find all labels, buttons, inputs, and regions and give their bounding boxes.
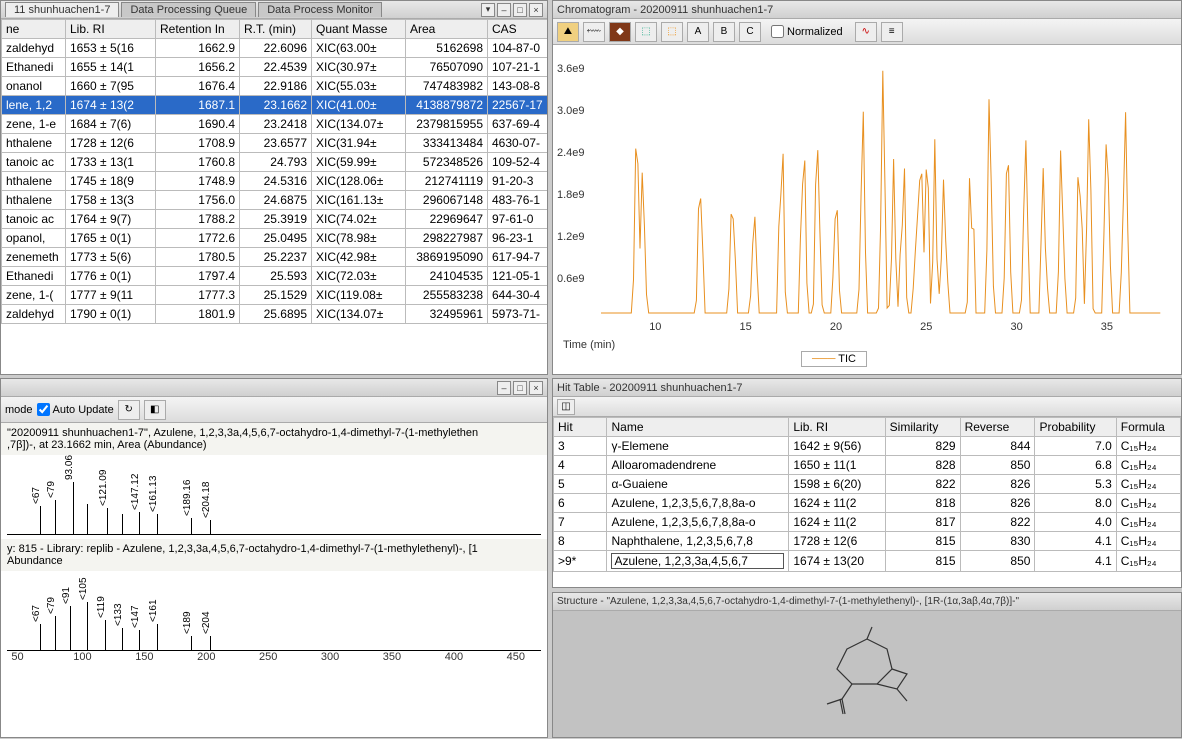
minimize-icon[interactable]: – [497,381,511,395]
label-b-button[interactable]: B [713,22,735,42]
spectrum2-chart[interactable]: <67<79<91<105<119<133<147<161<189<204 [7,571,541,651]
table-row[interactable]: Ethanedi1655 ± 14(11656.222.4539XIC(30.9… [2,58,548,77]
col-header[interactable]: ne [2,20,66,39]
structure-title: Structure - "Azulene, 1,2,3,3a,4,5,6,7-o… [553,593,1181,611]
structure-pane: Structure - "Azulene, 1,2,3,3a,4,5,6,7-o… [552,592,1182,738]
tic-icon[interactable]: ⬚ [661,22,683,42]
col-header[interactable]: Hit [554,418,607,437]
wave-icon[interactable]: ∿ [855,22,877,42]
col-header[interactable]: Area [406,20,488,39]
hit-tool-icon[interactable]: ◫ [557,399,575,415]
table-row[interactable]: zene, 1-e1684 ± 7(6)1690.423.2418XIC(134… [2,115,548,134]
table-row[interactable]: hthalene1745 ± 18(91748.924.5316XIC(128.… [2,172,548,191]
table-row[interactable]: 7Azulene, 1,2,3,5,6,7,8,8a-o1624 ± 11(28… [554,513,1181,532]
compound-table-pane: 11 shunhuachen1-7 Data Processing Queue … [0,0,548,375]
spectrum-pane: – □ × mode Auto Update ↻ ◧ "20200911 shu… [0,378,548,738]
table-row[interactable]: zene, 1-(1777 ± 9(111777.325.1529XIC(119… [2,286,548,305]
chromatogram-title: Chromatogram - 20200911 shunhuachen1-7 [553,1,1181,19]
hit-toolbar: ◫ [553,397,1181,417]
table-row[interactable]: opanol,1765 ± 0(1)1772.625.0495XIC(78.98… [2,229,548,248]
table-row[interactable]: hthalene1758 ± 13(31756.024.6875XIC(161.… [2,191,548,210]
dropdown-icon[interactable]: ▾ [481,3,495,17]
label-a-button[interactable]: A [687,22,709,42]
col-header[interactable]: Quant Masse [312,20,406,39]
spectrum1-chart[interactable]: <67<7993.06<121.09<147.12<161.13<189.16<… [7,455,541,535]
maximize-icon[interactable]: □ [513,3,527,17]
table-row[interactable]: 8Naphthalene, 1,2,3,5,6,7,81728 ± 12(681… [554,532,1181,551]
peak-icon[interactable]: ⛰ [557,22,579,42]
mode-label: mode [5,404,33,416]
hit-table[interactable]: HitNameLib. RISimilarityReverseProbabili… [553,417,1181,572]
table-row[interactable]: zenemeth1773 ± 5(6)1780.525.2237XIC(42.9… [2,248,548,267]
spectrum-toolbar: mode Auto Update ↻ ◧ [1,397,547,423]
tab-sample[interactable]: 11 shunhuachen1-7 [5,2,119,17]
chromatogram-chart[interactable]: 3.6e93.0e92.4e91.8e91.2e90.6e9 101520253… [601,53,1169,363]
hit-title: Hit Table - 20200911 shunhuachen1-7 [553,379,1181,397]
spectrum-titlebar: – □ × [1,379,547,397]
col-header[interactable]: Lib. RI [789,418,885,437]
maximize-icon[interactable]: □ [513,381,527,395]
table-row[interactable]: Ethanedi1776 ± 0(1)1797.425.593XIC(72.03… [2,267,548,286]
table-row[interactable]: zaldehyd1653 ± 5(161662.922.6096XIC(63.0… [2,39,548,58]
col-header[interactable]: Lib. RI [66,20,156,39]
marker-icon[interactable]: ◆ [609,22,631,42]
col-header[interactable]: Probability [1035,418,1116,437]
col-header[interactable]: Retention In [156,20,240,39]
table-row[interactable]: >9* ▼1674 ± 13(208158504.1C₁₅H₂₄ [554,551,1181,572]
tab-process-monitor[interactable]: Data Process Monitor [258,2,382,17]
refresh-icon[interactable]: ↻ [118,400,140,420]
table-row[interactable]: tanoic ac1733 ± 13(11760.824.793XIC(59.9… [2,153,548,172]
col-header[interactable]: Similarity [885,418,960,437]
normalized-input[interactable] [771,25,784,38]
minimize-icon[interactable]: – [497,3,511,17]
label-c-button[interactable]: C [739,22,761,42]
normalized-checkbox[interactable]: Normalized [771,25,843,38]
toggle-icon[interactable]: ◧ [144,400,166,420]
close-icon[interactable]: × [529,381,543,395]
table-row[interactable]: zaldehyd1790 ± 0(1)1801.925.6895XIC(134.… [2,305,548,324]
col-header[interactable]: Formula [1116,418,1180,437]
spectrum1-title: "20200911 shunhuachen1-7", Azulene, 1,2,… [1,423,547,455]
table-row[interactable]: lene, 1,21674 ± 13(21687.123.1662XIC(41.… [2,96,548,115]
col-header[interactable]: Reverse [960,418,1035,437]
xic-icon[interactable]: ⬚ [635,22,657,42]
auto-update-checkbox[interactable]: Auto Update [37,403,114,416]
table-row[interactable]: onanol1660 ± 7(951676.422.9186XIC(55.03±… [2,77,548,96]
spectrum-xaxis: 50100150200250300350400450 [7,651,541,667]
spectrum2-title: y: 815 - Library: replib - Azulene, 1,2,… [1,539,547,571]
chromatogram-pane: Chromatogram - 20200911 shunhuachen1-7 ⛰… [552,0,1182,375]
table-row[interactable]: hthalene1728 ± 12(61708.923.6577XIC(31.9… [2,134,548,153]
chrom-xlabel: Time (min) [563,339,615,351]
structure-drawing [797,619,937,729]
hit-table-pane: Hit Table - 20200911 shunhuachen1-7 ◫ Hi… [552,378,1182,588]
baseline-icon[interactable]: ⬳ [583,22,605,42]
col-header[interactable]: CAS [488,20,548,39]
tab-processing-queue[interactable]: Data Processing Queue [121,2,256,17]
table-row[interactable]: 6Azulene, 1,2,3,5,6,7,8,8a-o1624 ± 11(28… [554,494,1181,513]
table-row[interactable]: 5α-Guaiene1598 ± 6(20)8228265.3C₁₅H₂₄ [554,475,1181,494]
tab-bar: 11 shunhuachen1-7 Data Processing Queue … [1,1,547,19]
table-row[interactable]: 4Alloaromadendrene1650 ± 11(18288506.8C₁… [554,456,1181,475]
chrom-legend: ─── TIC [801,351,867,367]
auto-update-input[interactable] [37,403,50,416]
compound-table[interactable]: neLib. RIRetention InR.T. (min)Quant Mas… [1,19,547,324]
col-header[interactable]: R.T. (min) [240,20,312,39]
close-icon[interactable]: × [529,3,543,17]
list-icon[interactable]: ≡ [881,22,903,42]
table-row[interactable]: tanoic ac1764 ± 9(7)1788.225.3919XIC(74.… [2,210,548,229]
col-header[interactable]: Name [607,418,789,437]
hit-name-input[interactable] [611,553,784,569]
table-row[interactable]: 3γ-Elemene1642 ± 9(56)8298447.0C₁₅H₂₄ [554,437,1181,456]
chromatogram-toolbar: ⛰ ⬳ ◆ ⬚ ⬚ A B C Normalized ∿ ≡ [553,19,1181,45]
